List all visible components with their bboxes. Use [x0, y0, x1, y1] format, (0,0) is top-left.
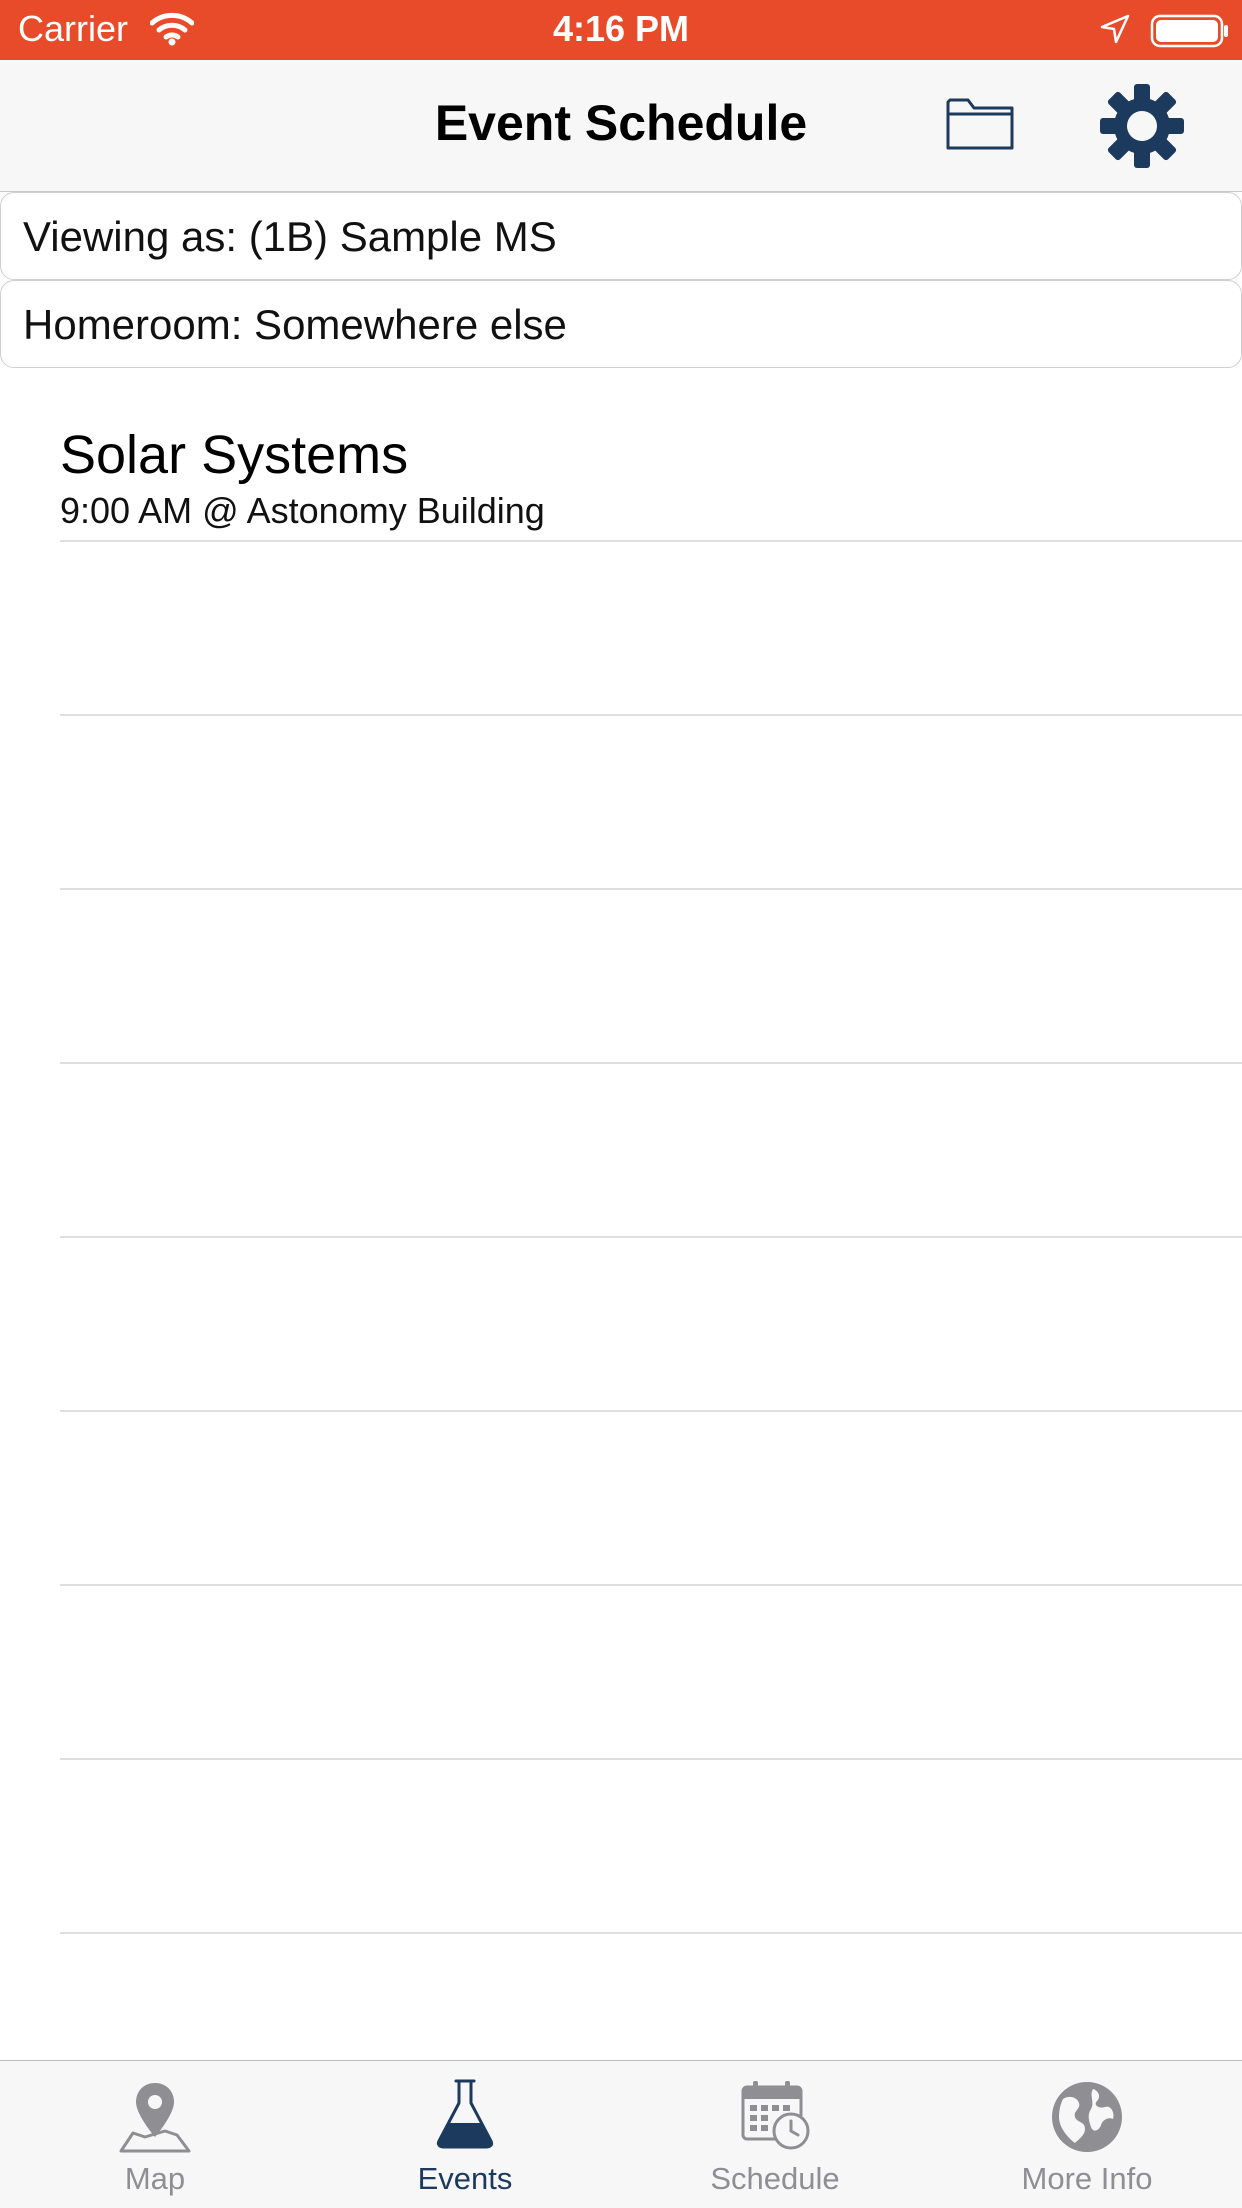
tab-schedule[interactable]: Schedule	[620, 2061, 930, 2208]
nav-bar: Event Schedule	[0, 60, 1242, 192]
viewing-as-label: Viewing as: (1B) Sample MS	[23, 213, 557, 260]
tab-events-label: Events	[417, 2161, 513, 2196]
cell-separator	[60, 1932, 1242, 1934]
homeroom-label: Homeroom: Somewhere else	[23, 301, 567, 348]
tab-map[interactable]: Map	[0, 2061, 310, 2208]
event-cell[interactable]	[0, 542, 1242, 716]
event-cell[interactable]	[0, 890, 1242, 1064]
flask-icon	[435, 2079, 495, 2154]
gear-icon	[1100, 84, 1184, 168]
event-cell[interactable]	[0, 1064, 1242, 1238]
folder-button[interactable]	[944, 92, 1016, 154]
viewing-as-row[interactable]: Viewing as: (1B) Sample MS	[0, 192, 1242, 280]
status-bar: Carrier 4:16 PM	[0, 0, 1242, 60]
calendar-clock-icon	[739, 2079, 811, 2156]
tab-more-info-label: More Info	[1021, 2161, 1153, 2196]
location-arrow-icon	[1100, 14, 1130, 49]
status-time: 4:16 PM	[552, 8, 690, 49]
tab-more-info[interactable]: More Info	[932, 2061, 1242, 2208]
event-cell[interactable]	[0, 716, 1242, 890]
homeroom-row[interactable]: Homeroom: Somewhere else	[0, 280, 1242, 368]
settings-button[interactable]	[1098, 82, 1186, 170]
tab-bar: Map Events Schedule More Info	[0, 2060, 1242, 2208]
battery-full-icon	[1150, 14, 1230, 53]
event-subtitle: 9:00 AM @ Astonomy Building	[60, 490, 545, 531]
page-title: Event Schedule	[434, 95, 808, 151]
event-cell[interactable]	[0, 1412, 1242, 1586]
tab-schedule-label: Schedule	[710, 2161, 840, 2196]
map-pin-icon	[117, 2079, 193, 2160]
globe-icon	[1049, 2079, 1125, 2160]
event-title: Solar Systems	[60, 425, 409, 485]
tab-events[interactable]: Events	[310, 2061, 620, 2208]
event-cell[interactable]	[0, 1238, 1242, 1412]
event-cell[interactable]: Solar Systems 9:00 AM @ Astonomy Buildin…	[0, 368, 1242, 542]
event-cell[interactable]	[0, 1586, 1242, 1760]
folder-icon	[946, 98, 1014, 150]
app-screen: Carrier 4:16 PM Event Schedule Viewing a…	[0, 0, 1242, 2208]
event-cell[interactable]	[0, 1760, 1242, 1934]
tab-map-label: Map	[124, 2161, 186, 2196]
